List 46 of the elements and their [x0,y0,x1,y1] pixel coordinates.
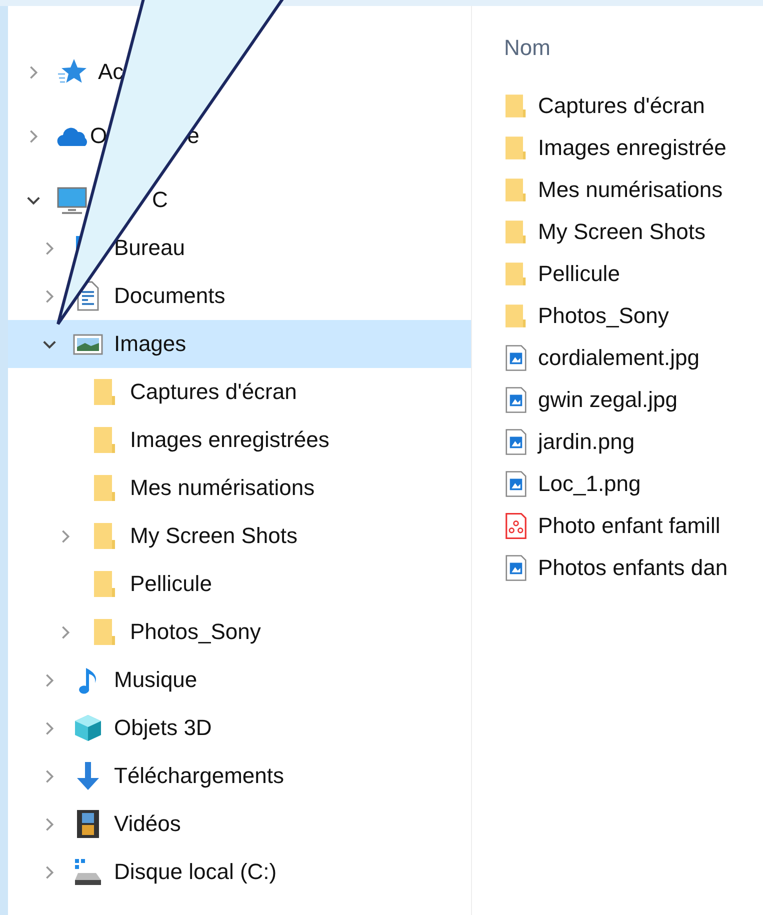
file-name[interactable]: Photos_Sony [538,303,669,329]
tree-row[interactable]: Photos_Sony [8,608,471,656]
tree-label: Documents [114,283,226,309]
cube-icon [72,712,104,744]
file-name[interactable]: Mes numérisations [538,177,723,203]
tree-label: O [90,123,108,149]
tree-row[interactable]: Musique [8,656,471,704]
tree-label: My Screen Shots [130,523,298,549]
file-name[interactable]: gwin zegal.jpg [538,387,678,413]
tree-row[interactable]: Objets 3D [8,704,471,752]
tree-label: Photos_Sony [130,619,261,645]
tree-label: Pellicule [130,571,212,597]
drive-icon [72,856,104,888]
tree-row[interactable]: Disque local (C:) [8,848,471,896]
tree-row[interactable]: Captures d'écran [8,368,471,416]
tree-row[interactable]: Pellicule [8,560,471,608]
tree-label: Mes numérisations [130,475,315,501]
tree-row[interactable]: C [8,176,471,224]
file-name[interactable]: Images enregistrée [538,135,726,161]
tree-row[interactable]: Téléchargements [8,752,471,800]
tree-label: Disque local (C:) [114,859,277,885]
tree-row[interactable]: Vidéos [8,800,471,848]
tree-row[interactable]: Mes numérisations [8,464,471,512]
file-name[interactable]: Photo enfant famill [538,513,720,539]
tree-row[interactable]: My Screen Shots [8,512,471,560]
tree-label: C [152,187,168,213]
tree-row[interactable]: Images enregistrées [8,416,471,464]
column-header[interactable]: Nom [502,28,552,68]
tree-row[interactable]: Images [8,320,471,368]
tree-label: Musique [114,667,198,693]
tree-label: Bureau [114,235,185,261]
file-name[interactable]: Pellicule [538,261,620,287]
tree-label: Images enregistrées [130,427,330,453]
tree-row[interactable]: Ac [8,48,471,96]
tree-label: Captures d'écran [130,379,297,405]
tree-label: Objets 3D [114,715,212,741]
file-name[interactable]: Loc_1.png [538,471,641,497]
tree-label: Ac [98,59,124,85]
file-name[interactable]: cordialement.jpg [538,345,700,371]
tree-label: Téléchargements [114,763,284,789]
file-name[interactable]: jardin.png [538,429,635,455]
tree-label: Images [114,331,186,357]
tree-label: Vidéos [114,811,181,837]
file-name[interactable]: Photos enfants dan [538,555,728,581]
file-name[interactable]: My Screen Shots [538,219,706,245]
file-name[interactable]: Captures d'écran [538,93,705,119]
